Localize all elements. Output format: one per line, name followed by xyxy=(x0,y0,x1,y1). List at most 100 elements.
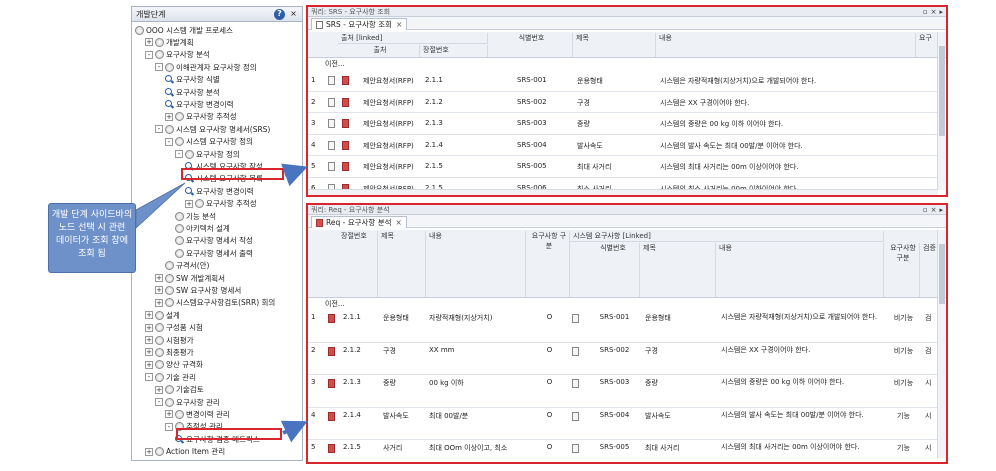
collapse-icon[interactable]: - xyxy=(165,422,173,431)
col-title[interactable]: 제목 xyxy=(573,33,656,57)
collapse-icon[interactable]: - xyxy=(155,398,163,406)
tree-node[interactable]: + SW 요구사항 명세서 xyxy=(155,284,241,296)
close-icon[interactable]: × xyxy=(931,8,937,16)
table-row[interactable]: 1 2.1.1 운용형태 자량적재형(지상거치) O SRS-001 운용형태 시스템은 자량… xyxy=(308,310,938,343)
table-row[interactable]: 4 제안요청서(RFP) 2.1.4 SRS-004 발사속도 시스템의 발사 속도는 최… xyxy=(308,135,938,156)
tree-node[interactable]: 요구사항 분석 xyxy=(165,86,220,98)
linked-record-icon[interactable] xyxy=(342,76,349,85)
tree-node[interactable]: - 시스템 요구사항 명세서(SRS) xyxy=(155,123,270,135)
document-icon[interactable] xyxy=(572,314,579,323)
tree-node[interactable]: 요구사항 명세서 출력 xyxy=(175,247,253,259)
table-row[interactable]: 2 2.1.2 구경 XX mm O SRS-002 구경 시스템은 XX 구경이어야 한다.… xyxy=(308,343,938,375)
tree-node[interactable]: 요구사항 명세서 작성 xyxy=(175,235,253,247)
expand-icon[interactable]: + xyxy=(185,199,193,208)
help-icon[interactable]: ? xyxy=(274,8,285,20)
table-row[interactable]: 5 제안요청서(RFP) 2.1.5 SRS-005 최대 사거리 시스템의 최대 사거리… xyxy=(308,156,938,178)
col-sys-title[interactable]: 제목 xyxy=(640,243,716,297)
expand-icon[interactable]: + xyxy=(145,447,153,456)
filter-row[interactable]: 이전... xyxy=(322,59,382,69)
tree-node[interactable]: + SW 개발계획서 xyxy=(155,272,225,284)
col-chapter[interactable]: 장절번호 xyxy=(420,45,488,57)
expand-icon[interactable]: + xyxy=(155,274,163,282)
collapse-icon[interactable]: - xyxy=(145,373,153,382)
expand-icon[interactable]: + xyxy=(165,410,173,419)
document-icon[interactable] xyxy=(572,444,579,453)
col-req[interactable]: 요구 xyxy=(916,33,938,57)
tree-node[interactable]: 아키텍처 설계 xyxy=(175,222,230,234)
tree-node[interactable]: + 양산 규격화 xyxy=(145,359,203,371)
linked-record-icon[interactable] xyxy=(328,444,335,453)
expand-icon[interactable]: + xyxy=(155,385,163,394)
tree-node[interactable]: 규격서(안) xyxy=(165,260,209,272)
tree-node[interactable]: 요구사항 변경이력 xyxy=(165,98,234,110)
linked-record-icon[interactable] xyxy=(328,411,335,421)
col-title[interactable]: 제목 xyxy=(378,231,426,297)
menu-arrow-icon[interactable]: ▸ xyxy=(939,8,943,16)
tree-node[interactable]: - 요구사항 분석 xyxy=(145,49,210,61)
tree-node[interactable]: + 시험평가 xyxy=(145,334,194,346)
tree-node[interactable]: + Action Item 관리 xyxy=(145,446,225,458)
col-sys-id[interactable]: 식별번호 xyxy=(584,243,640,297)
tree-node[interactable]: + 시스템요구사항검토(SRR) 회의 xyxy=(155,297,275,309)
col-req-type[interactable]: 요구사항 구분 xyxy=(526,231,570,297)
tree-node[interactable]: + 요구사항 추적성 xyxy=(165,111,237,123)
expand-icon[interactable]: + xyxy=(145,38,153,47)
tree-node[interactable]: + 요구사항 추적성 xyxy=(185,198,257,210)
restore-icon[interactable]: ▫ xyxy=(923,206,928,214)
tree-node[interactable]: - 요구사항 정의 xyxy=(175,148,240,160)
document-icon[interactable] xyxy=(328,97,335,107)
tree-node[interactable]: 요구사항 변경이력 xyxy=(185,185,254,197)
tree-node[interactable]: 기능 분석 xyxy=(175,210,216,222)
col-content[interactable]: 내용 xyxy=(656,33,916,57)
linked-record-icon[interactable] xyxy=(342,97,349,107)
tree-node[interactable]: + 설계 xyxy=(145,309,180,321)
close-tab-icon[interactable]: × xyxy=(396,20,402,29)
tab-srs-query[interactable]: SRS - 요구사항 조회 × xyxy=(311,18,408,30)
close-icon[interactable]: × xyxy=(931,206,937,214)
tree-node[interactable]: - 시스템 요구사항 정의 xyxy=(165,136,253,148)
document-icon[interactable] xyxy=(572,411,579,421)
col-id[interactable]: 식별번호 xyxy=(488,33,573,57)
expand-icon[interactable]: + xyxy=(155,286,163,295)
tree-node[interactable]: + 최종평가 xyxy=(145,346,194,358)
document-icon[interactable] xyxy=(328,140,335,150)
vertical-scrollbar[interactable] xyxy=(937,32,945,190)
close-tab-icon[interactable]: × xyxy=(396,218,402,227)
tree-node[interactable]: - 기술 관리 xyxy=(145,371,196,383)
expand-icon[interactable]: + xyxy=(145,348,153,357)
col-chapter[interactable]: 장절번호 xyxy=(338,231,378,297)
col-verify[interactable]: 검증 xyxy=(920,243,938,297)
document-icon[interactable] xyxy=(572,346,579,356)
linked-record-icon[interactable] xyxy=(328,346,335,356)
expand-icon[interactable]: + xyxy=(145,360,153,369)
table-row[interactable]: 1 제안요청서(RFP) 2.1.1 SRS-001 운용형태 시스템은 자량적재형(지상… xyxy=(308,70,938,92)
collapse-icon[interactable]: - xyxy=(155,63,163,72)
expand-icon[interactable]: + xyxy=(165,112,173,121)
menu-arrow-icon[interactable]: ▸ xyxy=(939,206,943,214)
linked-record-icon[interactable] xyxy=(342,162,349,171)
tree-node[interactable]: + 구성품 시험 xyxy=(145,322,203,334)
tab-req-analysis[interactable]: Req - 요구사항 분석 × xyxy=(311,216,407,228)
collapse-icon[interactable]: - xyxy=(145,50,153,59)
linked-record-icon[interactable] xyxy=(328,314,335,323)
document-icon[interactable] xyxy=(328,119,335,128)
col-sys-content[interactable]: 내용 xyxy=(716,243,884,297)
expand-icon[interactable]: + xyxy=(145,336,153,344)
document-icon[interactable] xyxy=(572,379,579,388)
tree-node[interactable]: 요구사항 식별 xyxy=(165,74,220,86)
expand-icon[interactable]: + xyxy=(145,323,153,332)
table-row[interactable]: 3 제안요청서(RFP) 2.1.3 SRS-003 중량 시스템의 중량은 00 kg … xyxy=(308,113,938,135)
document-icon[interactable] xyxy=(328,162,335,171)
table-row[interactable]: 2 제안요청서(RFP) 2.1.2 SRS-002 구경 시스템은 XX 구경이어야 한… xyxy=(308,92,938,113)
filter-row[interactable]: 이전... xyxy=(322,299,382,309)
table-row[interactable]: 4 2.1.4 발사속도 최대 00발/분 O SRS-004 발사속도 시스템의 발사 속도… xyxy=(308,408,938,440)
expand-icon[interactable]: + xyxy=(155,298,163,307)
tree-node[interactable]: - 이해관계자 요구사항 정의 xyxy=(155,61,257,73)
close-icon[interactable]: × xyxy=(288,9,299,20)
table-row[interactable]: 3 2.1.3 중량 00 kg 이하 O SRS-003 중량 시스템의 중량은 00 kg… xyxy=(308,375,938,408)
tree-node[interactable]: - 요구사항 관리 xyxy=(155,396,220,408)
table-row[interactable]: 5 2.1.5 사거리 최대 OOm 이상이고, 최소 O SRS-005 최대 사거리 시스… xyxy=(308,440,938,462)
linked-record-icon[interactable] xyxy=(342,140,349,150)
col-source[interactable]: 출처 xyxy=(338,45,420,57)
tree-node[interactable]: OOO 시스템 개발 프로세스 xyxy=(135,24,233,36)
